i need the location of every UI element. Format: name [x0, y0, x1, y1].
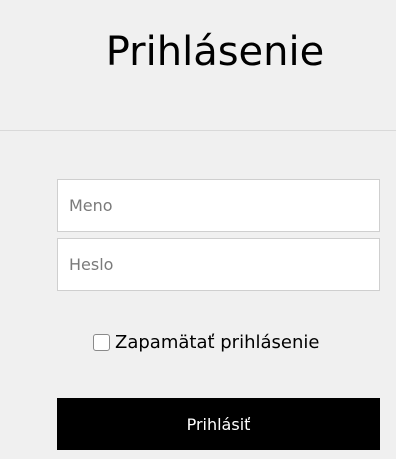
remember-me-label: Zapamätať prihlásenie: [115, 331, 320, 353]
page-title: Prihlásenie: [105, 29, 325, 75]
login-header: Prihlásenie: [0, 0, 396, 131]
login-panel: Prihlásenie Zapamätať prihlásenie Prihlá…: [0, 0, 396, 459]
password-input[interactable]: [57, 238, 380, 291]
remember-me-option[interactable]: Zapamätať prihlásenie: [93, 329, 319, 355]
login-button[interactable]: Prihlásiť: [57, 398, 380, 450]
remember-me-checkbox[interactable]: [93, 333, 110, 351]
username-input[interactable]: [57, 179, 380, 232]
